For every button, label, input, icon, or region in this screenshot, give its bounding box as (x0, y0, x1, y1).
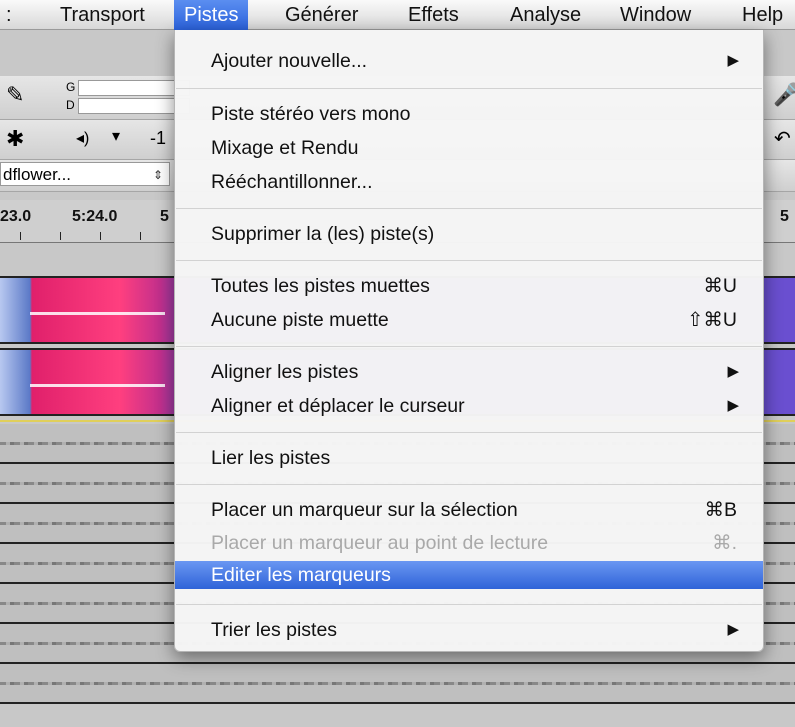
menu-separator (176, 260, 762, 261)
ruler-label: 5:24.0 (72, 208, 118, 225)
ruler-label: 5 (160, 208, 169, 225)
menu-item-shortcut: ⌘U (703, 275, 737, 297)
menu-item-shortcut: ⇧⌘U (687, 309, 737, 331)
menu-item-reechantillonner[interactable]: Rééchantillonner... (175, 168, 763, 196)
menu-item-label: Piste stéréo vers mono (211, 103, 411, 125)
menu-item-aligner-deplacer-curseur[interactable]: Aligner et déplacer le curseur ▶ (175, 392, 763, 420)
menu-item-label: Supprimer la (les) piste(s) (211, 223, 435, 245)
menu-pistes[interactable]: Pistes (174, 0, 249, 30)
waveform (0, 682, 795, 685)
menu-help[interactable]: Help (742, 0, 783, 30)
microphone-icon[interactable]: 🎤 (773, 82, 795, 108)
menu-item-toutes-muettes[interactable]: Toutes les pistes muettes ⌘U (175, 272, 763, 300)
menu-item-shortcut: ⌘B (704, 499, 737, 521)
submenu-arrow-icon: ▶ (727, 397, 739, 414)
spectrogram-streak (30, 384, 165, 387)
menu-item-label: Trier les pistes (211, 619, 338, 641)
ruler-tick (100, 232, 101, 240)
menu-window[interactable]: Window (620, 0, 691, 30)
menu-separator (176, 208, 762, 209)
menu-generer[interactable]: Générer (285, 0, 358, 30)
device-combo-label: dflower... (3, 165, 72, 184)
dropdown-icon[interactable]: ▾ (112, 126, 120, 146)
submenu-arrow-icon: ▶ (727, 621, 739, 638)
menu-separator (176, 484, 762, 485)
submenu-arrow-icon: ▶ (727, 52, 739, 69)
menu-separator (176, 432, 762, 433)
combo-arrows-icon: ⇕ (152, 168, 163, 182)
menu-item-stereo-vers-mono[interactable]: Piste stéréo vers mono (175, 100, 763, 128)
menu-item-editer-marqueurs[interactable]: Editer les marqueurs (175, 561, 763, 589)
ruler-label: 23.0 (0, 208, 32, 225)
undo-icon[interactable]: ↶ (774, 126, 791, 151)
ruler-tick (140, 232, 141, 240)
volume-value: -1 (150, 128, 167, 148)
menu-bar: : Transport Pistes Générer Effets Analys… (0, 0, 795, 30)
ruler-tick (60, 232, 61, 240)
menu-separator (176, 88, 762, 89)
menu-item-marqueur-point-lecture: Placer un marqueur au point de lecture ⌘… (175, 529, 763, 557)
menu-separator (176, 346, 762, 347)
menu-effets[interactable]: Effets (408, 0, 459, 30)
menu-item-trier-pistes[interactable]: Trier les pistes ▶ (175, 616, 763, 644)
meter-label-g: G (66, 80, 76, 94)
menu-item-lier-pistes[interactable]: Lier les pistes (175, 444, 763, 472)
menu-item-label: Mixage et Rendu (211, 137, 359, 159)
menu-item-label: Rééchantillonner... (211, 171, 373, 193)
menu-separator (176, 604, 762, 605)
menu-transport[interactable]: Transport (60, 0, 145, 30)
ruler-label-right: 5 (780, 208, 789, 225)
menu-item-ajouter-nouvelle[interactable]: Ajouter nouvelle... ▶ (175, 47, 763, 75)
menu-item-label: Placer un marqueur sur la sélection (211, 499, 518, 521)
menu-item-label: Aucune piste muette (211, 309, 389, 331)
spectrogram-streak (30, 312, 165, 315)
menu-item-label: Aligner les pistes (211, 361, 359, 383)
ruler-tick (20, 232, 21, 240)
menu-item-label: Editer les marqueurs (211, 564, 391, 586)
menu-item-label: Toutes les pistes muettes (211, 275, 430, 297)
pencil-icon[interactable]: ✎ (6, 82, 24, 108)
menu-item-aligner-pistes[interactable]: Aligner les pistes ▶ (175, 358, 763, 386)
menu-item-label: Placer un marqueur au point de lecture (211, 532, 549, 554)
menu-item-label: Lier les pistes (211, 447, 331, 469)
menubar-ellipsis: : (6, 4, 12, 26)
menu-item-shortcut: ⌘. (712, 532, 737, 554)
speaker-icon[interactable]: ◂) (76, 128, 89, 148)
menu-item-mixage-rendu[interactable]: Mixage et Rendu (175, 134, 763, 162)
meter-label-d: D (66, 98, 75, 112)
menu-item-supprimer-pistes[interactable]: Supprimer la (les) piste(s) (175, 220, 763, 248)
menu-item-marqueur-selection[interactable]: Placer un marqueur sur la sélection ⌘B (175, 496, 763, 524)
menu-item-aucune-muette[interactable]: Aucune piste muette ⇧⌘U (175, 306, 763, 334)
menu-analyse[interactable]: Analyse (510, 0, 581, 30)
submenu-arrow-icon: ▶ (727, 363, 739, 380)
device-combo[interactable]: dflower... ⇕ (0, 162, 170, 186)
pistes-menu: Ajouter nouvelle... ▶ Piste stéréo vers … (174, 30, 764, 652)
multi-tool-icon[interactable]: ✱ (6, 126, 24, 152)
menu-item-label: Aligner et déplacer le curseur (211, 395, 465, 417)
menu-item-label: Ajouter nouvelle... (211, 50, 368, 72)
waveform-track[interactable] (0, 664, 795, 704)
